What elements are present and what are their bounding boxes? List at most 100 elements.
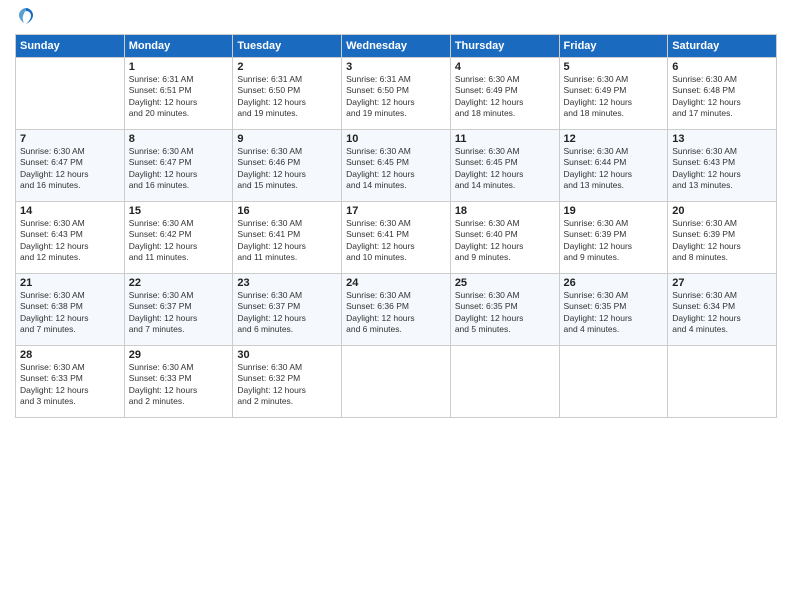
- day-info: Sunrise: 6:30 AM Sunset: 6:39 PM Dayligh…: [672, 218, 772, 264]
- day-info: Sunrise: 6:30 AM Sunset: 6:40 PM Dayligh…: [455, 218, 555, 264]
- day-info: Sunrise: 6:30 AM Sunset: 6:32 PM Dayligh…: [237, 362, 337, 408]
- calendar-cell: 26Sunrise: 6:30 AM Sunset: 6:35 PM Dayli…: [559, 274, 668, 346]
- day-number: 5: [564, 61, 664, 73]
- logo-text: [15, 10, 35, 28]
- logo: [15, 10, 35, 28]
- day-info: Sunrise: 6:30 AM Sunset: 6:33 PM Dayligh…: [129, 362, 229, 408]
- weekday-header-sunday: Sunday: [16, 35, 125, 58]
- day-number: 27: [672, 277, 772, 289]
- day-number: 22: [129, 277, 229, 289]
- day-info: Sunrise: 6:30 AM Sunset: 6:44 PM Dayligh…: [564, 146, 664, 192]
- calendar-cell: 2Sunrise: 6:31 AM Sunset: 6:50 PM Daylig…: [233, 58, 342, 130]
- day-info: Sunrise: 6:30 AM Sunset: 6:33 PM Dayligh…: [20, 362, 120, 408]
- day-number: 12: [564, 133, 664, 145]
- day-number: 21: [20, 277, 120, 289]
- day-number: 25: [455, 277, 555, 289]
- calendar-cell: 20Sunrise: 6:30 AM Sunset: 6:39 PM Dayli…: [668, 202, 777, 274]
- calendar-cell: 22Sunrise: 6:30 AM Sunset: 6:37 PM Dayli…: [124, 274, 233, 346]
- weekday-header-row: SundayMondayTuesdayWednesdayThursdayFrid…: [16, 35, 777, 58]
- weekday-header-friday: Friday: [559, 35, 668, 58]
- day-info: Sunrise: 6:30 AM Sunset: 6:43 PM Dayligh…: [20, 218, 120, 264]
- day-info: Sunrise: 6:30 AM Sunset: 6:35 PM Dayligh…: [455, 290, 555, 336]
- day-info: Sunrise: 6:30 AM Sunset: 6:48 PM Dayligh…: [672, 74, 772, 120]
- calendar-cell: 25Sunrise: 6:30 AM Sunset: 6:35 PM Dayli…: [450, 274, 559, 346]
- day-info: Sunrise: 6:30 AM Sunset: 6:49 PM Dayligh…: [564, 74, 664, 120]
- calendar-cell: [559, 346, 668, 418]
- day-number: 15: [129, 205, 229, 217]
- day-info: Sunrise: 6:30 AM Sunset: 6:47 PM Dayligh…: [129, 146, 229, 192]
- calendar-cell: 8Sunrise: 6:30 AM Sunset: 6:47 PM Daylig…: [124, 130, 233, 202]
- day-number: 29: [129, 349, 229, 361]
- day-number: 6: [672, 61, 772, 73]
- calendar-cell: 14Sunrise: 6:30 AM Sunset: 6:43 PM Dayli…: [16, 202, 125, 274]
- calendar-cell: 6Sunrise: 6:30 AM Sunset: 6:48 PM Daylig…: [668, 58, 777, 130]
- calendar-cell: 30Sunrise: 6:30 AM Sunset: 6:32 PM Dayli…: [233, 346, 342, 418]
- calendar-week-row: 21Sunrise: 6:30 AM Sunset: 6:38 PM Dayli…: [16, 274, 777, 346]
- calendar-cell: 12Sunrise: 6:30 AM Sunset: 6:44 PM Dayli…: [559, 130, 668, 202]
- day-number: 28: [20, 349, 120, 361]
- weekday-header-monday: Monday: [124, 35, 233, 58]
- day-number: 8: [129, 133, 229, 145]
- day-number: 4: [455, 61, 555, 73]
- calendar-week-row: 14Sunrise: 6:30 AM Sunset: 6:43 PM Dayli…: [16, 202, 777, 274]
- day-info: Sunrise: 6:30 AM Sunset: 6:41 PM Dayligh…: [346, 218, 446, 264]
- day-info: Sunrise: 6:30 AM Sunset: 6:42 PM Dayligh…: [129, 218, 229, 264]
- day-number: 23: [237, 277, 337, 289]
- day-number: 17: [346, 205, 446, 217]
- page: SundayMondayTuesdayWednesdayThursdayFrid…: [0, 0, 792, 612]
- day-number: 16: [237, 205, 337, 217]
- calendar-cell: [16, 58, 125, 130]
- day-info: Sunrise: 6:30 AM Sunset: 6:36 PM Dayligh…: [346, 290, 446, 336]
- calendar-cell: 11Sunrise: 6:30 AM Sunset: 6:45 PM Dayli…: [450, 130, 559, 202]
- logo-bird-icon: [17, 6, 35, 28]
- calendar-cell: [450, 346, 559, 418]
- calendar-cell: 9Sunrise: 6:30 AM Sunset: 6:46 PM Daylig…: [233, 130, 342, 202]
- day-info: Sunrise: 6:31 AM Sunset: 6:50 PM Dayligh…: [237, 74, 337, 120]
- day-number: 2: [237, 61, 337, 73]
- day-number: 19: [564, 205, 664, 217]
- day-number: 26: [564, 277, 664, 289]
- day-info: Sunrise: 6:30 AM Sunset: 6:41 PM Dayligh…: [237, 218, 337, 264]
- calendar-cell: 16Sunrise: 6:30 AM Sunset: 6:41 PM Dayli…: [233, 202, 342, 274]
- day-number: 18: [455, 205, 555, 217]
- day-number: 24: [346, 277, 446, 289]
- day-info: Sunrise: 6:30 AM Sunset: 6:43 PM Dayligh…: [672, 146, 772, 192]
- calendar-cell: 23Sunrise: 6:30 AM Sunset: 6:37 PM Dayli…: [233, 274, 342, 346]
- day-number: 9: [237, 133, 337, 145]
- header: [15, 10, 777, 28]
- day-number: 13: [672, 133, 772, 145]
- day-info: Sunrise: 6:30 AM Sunset: 6:38 PM Dayligh…: [20, 290, 120, 336]
- weekday-header-thursday: Thursday: [450, 35, 559, 58]
- calendar-cell: 28Sunrise: 6:30 AM Sunset: 6:33 PM Dayli…: [16, 346, 125, 418]
- day-number: 30: [237, 349, 337, 361]
- day-number: 20: [672, 205, 772, 217]
- calendar-cell: 19Sunrise: 6:30 AM Sunset: 6:39 PM Dayli…: [559, 202, 668, 274]
- day-number: 10: [346, 133, 446, 145]
- day-info: Sunrise: 6:30 AM Sunset: 6:37 PM Dayligh…: [237, 290, 337, 336]
- day-info: Sunrise: 6:30 AM Sunset: 6:46 PM Dayligh…: [237, 146, 337, 192]
- day-info: Sunrise: 6:31 AM Sunset: 6:51 PM Dayligh…: [129, 74, 229, 120]
- calendar-cell: [342, 346, 451, 418]
- day-info: Sunrise: 6:30 AM Sunset: 6:39 PM Dayligh…: [564, 218, 664, 264]
- day-info: Sunrise: 6:30 AM Sunset: 6:34 PM Dayligh…: [672, 290, 772, 336]
- calendar-cell: 18Sunrise: 6:30 AM Sunset: 6:40 PM Dayli…: [450, 202, 559, 274]
- calendar-cell: 27Sunrise: 6:30 AM Sunset: 6:34 PM Dayli…: [668, 274, 777, 346]
- calendar-cell: 21Sunrise: 6:30 AM Sunset: 6:38 PM Dayli…: [16, 274, 125, 346]
- day-number: 3: [346, 61, 446, 73]
- calendar-week-row: 7Sunrise: 6:30 AM Sunset: 6:47 PM Daylig…: [16, 130, 777, 202]
- weekday-header-saturday: Saturday: [668, 35, 777, 58]
- day-number: 7: [20, 133, 120, 145]
- day-number: 11: [455, 133, 555, 145]
- day-info: Sunrise: 6:30 AM Sunset: 6:47 PM Dayligh…: [20, 146, 120, 192]
- day-info: Sunrise: 6:30 AM Sunset: 6:45 PM Dayligh…: [346, 146, 446, 192]
- weekday-header-wednesday: Wednesday: [342, 35, 451, 58]
- calendar-cell: [668, 346, 777, 418]
- calendar-cell: 5Sunrise: 6:30 AM Sunset: 6:49 PM Daylig…: [559, 58, 668, 130]
- day-info: Sunrise: 6:30 AM Sunset: 6:35 PM Dayligh…: [564, 290, 664, 336]
- calendar-week-row: 28Sunrise: 6:30 AM Sunset: 6:33 PM Dayli…: [16, 346, 777, 418]
- calendar-cell: 15Sunrise: 6:30 AM Sunset: 6:42 PM Dayli…: [124, 202, 233, 274]
- calendar-cell: 4Sunrise: 6:30 AM Sunset: 6:49 PM Daylig…: [450, 58, 559, 130]
- calendar-cell: 1Sunrise: 6:31 AM Sunset: 6:51 PM Daylig…: [124, 58, 233, 130]
- calendar-cell: 17Sunrise: 6:30 AM Sunset: 6:41 PM Dayli…: [342, 202, 451, 274]
- day-number: 14: [20, 205, 120, 217]
